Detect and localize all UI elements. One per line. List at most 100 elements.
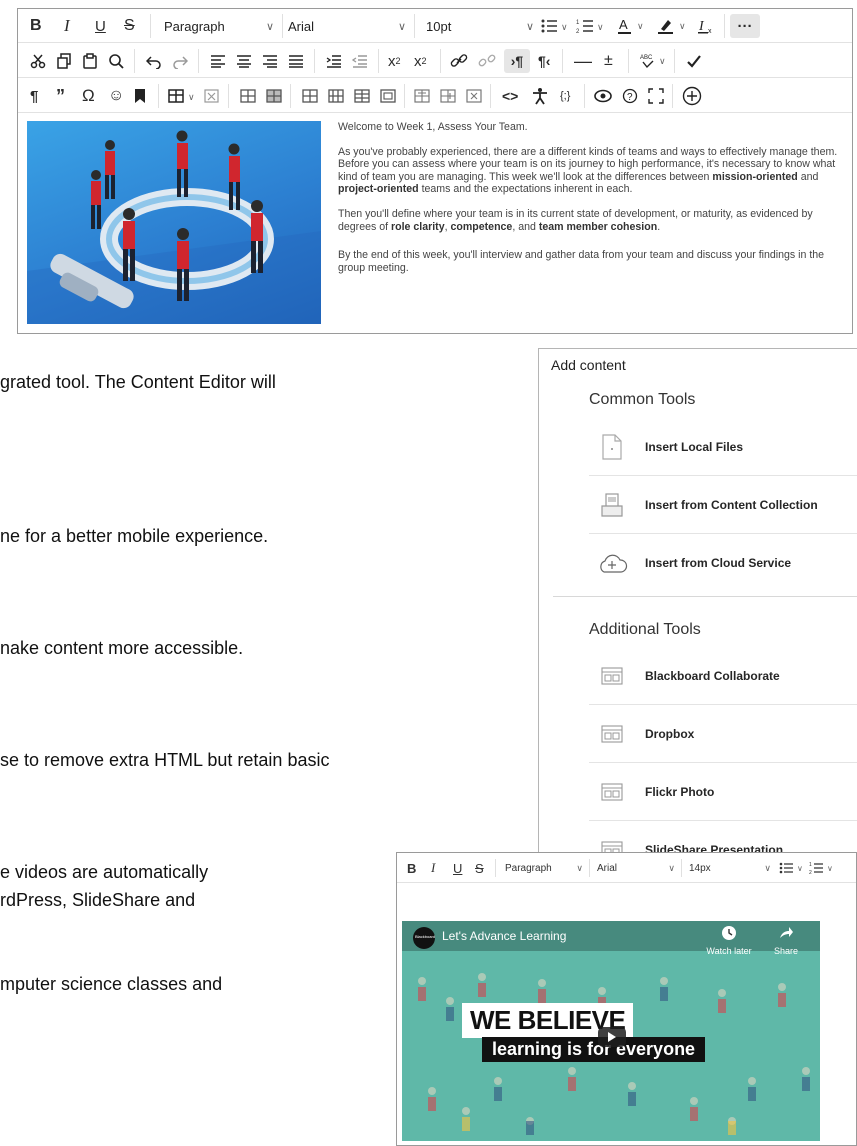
toolbar-row-1: B I U S Paragraph ∨ Arial ∨ 10pt ∨ ∨ 1 2 ∨… (18, 9, 852, 43)
table-cell-delete-button[interactable] (466, 84, 482, 108)
template-button[interactable]: {;} (560, 84, 570, 108)
bullet-list-button[interactable]: ∨ (779, 859, 805, 877)
tool-flickr-photo[interactable]: Flickr Photo (589, 763, 857, 821)
justify-button[interactable] (288, 49, 304, 73)
numbered-list-icon: 1 2 ∨ (809, 862, 833, 875)
redo-button[interactable] (172, 49, 188, 73)
paste-button[interactable] (82, 49, 98, 73)
accessibility-check-button[interactable] (686, 49, 702, 73)
video-title[interactable]: Let's Advance Learning (442, 929, 566, 943)
chevron-down-icon: ∨ (764, 862, 771, 873)
table-row-after-button[interactable] (266, 84, 282, 108)
strikethrough-button[interactable]: S (124, 14, 135, 38)
link-icon (450, 54, 468, 67)
svg-text:1: 1 (576, 20, 580, 26)
table-delete-button[interactable] (204, 84, 220, 108)
block-format-value: Paragraph (164, 18, 225, 34)
spellcheck-button[interactable]: ABC ∨ (640, 49, 672, 73)
rtl-direction-button[interactable]: ¶‹ (538, 49, 550, 73)
embedded-video[interactable]: Blackboard Let's Advance Learning Watch … (402, 921, 820, 1141)
underline-button[interactable]: U (95, 14, 106, 38)
watch-later-label: Watch later (706, 946, 752, 956)
text-color-button[interactable]: A ∨ (618, 14, 648, 38)
accessibility-button[interactable] (532, 84, 548, 108)
italic-button[interactable]: I (64, 14, 70, 38)
table-row-icon (240, 89, 256, 103)
bookmark-button[interactable] (134, 84, 146, 108)
tool-blackboard-collaborate[interactable]: Blackboard Collaborate (589, 647, 857, 705)
block-format-select[interactable]: Paragraph ∨ (164, 14, 274, 38)
share-button[interactable]: Share (766, 925, 806, 956)
chevron-down-icon: ∨ (265, 20, 274, 33)
bullet-list-button[interactable]: ∨ (540, 14, 570, 38)
highlight-color-button[interactable]: ∨ (658, 14, 690, 38)
font-size-select[interactable]: 10pt ∨ (426, 14, 534, 38)
subscript-button[interactable]: x2 (414, 49, 427, 73)
doc-text-line: se to remove extra HTML but retain basic (0, 750, 330, 770)
link-button[interactable] (450, 49, 468, 73)
superscript-button[interactable]: x2 (388, 49, 401, 73)
svg-text:∨: ∨ (827, 864, 833, 873)
source-code-button[interactable]: <> (502, 84, 518, 108)
table-col-before-button[interactable] (302, 84, 318, 108)
table-col-after-button[interactable] (328, 84, 344, 108)
table-col-delete-button[interactable] (354, 84, 370, 108)
block-format-select[interactable]: Paragraph ∨ (505, 859, 583, 877)
insert-symbol-button[interactable]: ± (604, 49, 613, 73)
bold-button[interactable]: B (30, 14, 42, 38)
unlink-button[interactable] (478, 49, 496, 73)
align-center-button[interactable] (236, 49, 252, 73)
bold-button[interactable]: B (407, 859, 416, 877)
fullscreen-button[interactable] (648, 84, 664, 108)
italic-button[interactable]: I (431, 859, 435, 877)
clear-formatting-button[interactable]: Ix (698, 14, 716, 38)
horizontal-line-button[interactable]: — (574, 49, 592, 73)
tool-label: Insert from Content Collection (645, 497, 818, 512)
cut-button[interactable] (30, 49, 46, 73)
editor-body[interactable]: Welcome to Week 1, Assess Your Team. As … (18, 113, 852, 333)
clipboard-icon (83, 53, 97, 69)
help-button[interactable]: ? (622, 84, 638, 108)
undo-button[interactable] (146, 49, 162, 73)
table-merge-button[interactable] (380, 84, 396, 108)
add-content-button[interactable] (682, 84, 702, 108)
svg-text:1: 1 (809, 862, 812, 868)
table-button[interactable]: ∨ (168, 84, 200, 108)
table-split-button[interactable] (414, 84, 430, 108)
strikethrough-button[interactable]: S (475, 859, 484, 877)
table-row-before-button[interactable] (240, 84, 256, 108)
font-family-select[interactable]: Arial ∨ (288, 14, 406, 38)
more-options-button[interactable]: ··· (730, 14, 760, 38)
underline-button[interactable]: U (453, 859, 462, 877)
align-left-button[interactable] (210, 49, 226, 73)
tool-dropbox[interactable]: Dropbox (589, 705, 857, 763)
emoticon-button[interactable]: ☺ (108, 84, 124, 108)
align-right-button[interactable] (262, 49, 278, 73)
text-color-icon: A ∨ (618, 17, 644, 34)
font-family-select[interactable]: Arial ∨ (597, 859, 675, 877)
blockquote-button[interactable]: ” (56, 84, 65, 108)
table-icon: ∨ (168, 89, 195, 103)
svg-text:?: ? (627, 92, 633, 103)
preview-button[interactable] (594, 84, 612, 108)
tool-insert-content-collection[interactable]: Insert from Content Collection (589, 476, 857, 534)
numbered-list-button[interactable]: 1 2 ∨ (576, 14, 606, 38)
tool-insert-local-files[interactable]: Insert Local Files (589, 418, 857, 476)
font-size-select[interactable]: 14px ∨ (689, 859, 771, 877)
numbered-list-button[interactable]: 1 2 ∨ (809, 859, 835, 877)
copy-icon (57, 53, 71, 69)
special-character-button[interactable]: Ω (82, 84, 95, 108)
copy-button[interactable] (56, 49, 72, 73)
tool-label: Insert from Cloud Service (645, 556, 792, 570)
find-button[interactable] (108, 49, 124, 73)
show-blocks-button[interactable]: ¶ (30, 84, 38, 108)
ltr-direction-button[interactable]: ›¶ (504, 49, 530, 73)
table-props-button[interactable] (440, 84, 456, 108)
paragraph: Welcome to Week 1, Assess Your Team. (338, 121, 528, 133)
play-button[interactable] (598, 1027, 626, 1047)
fullscreen-icon (648, 88, 664, 104)
outdent-button[interactable] (352, 49, 368, 73)
watch-later-button[interactable]: Watch later (704, 925, 754, 956)
indent-button[interactable] (326, 49, 342, 73)
tool-insert-cloud-service[interactable]: Insert from Cloud Service (589, 534, 857, 592)
